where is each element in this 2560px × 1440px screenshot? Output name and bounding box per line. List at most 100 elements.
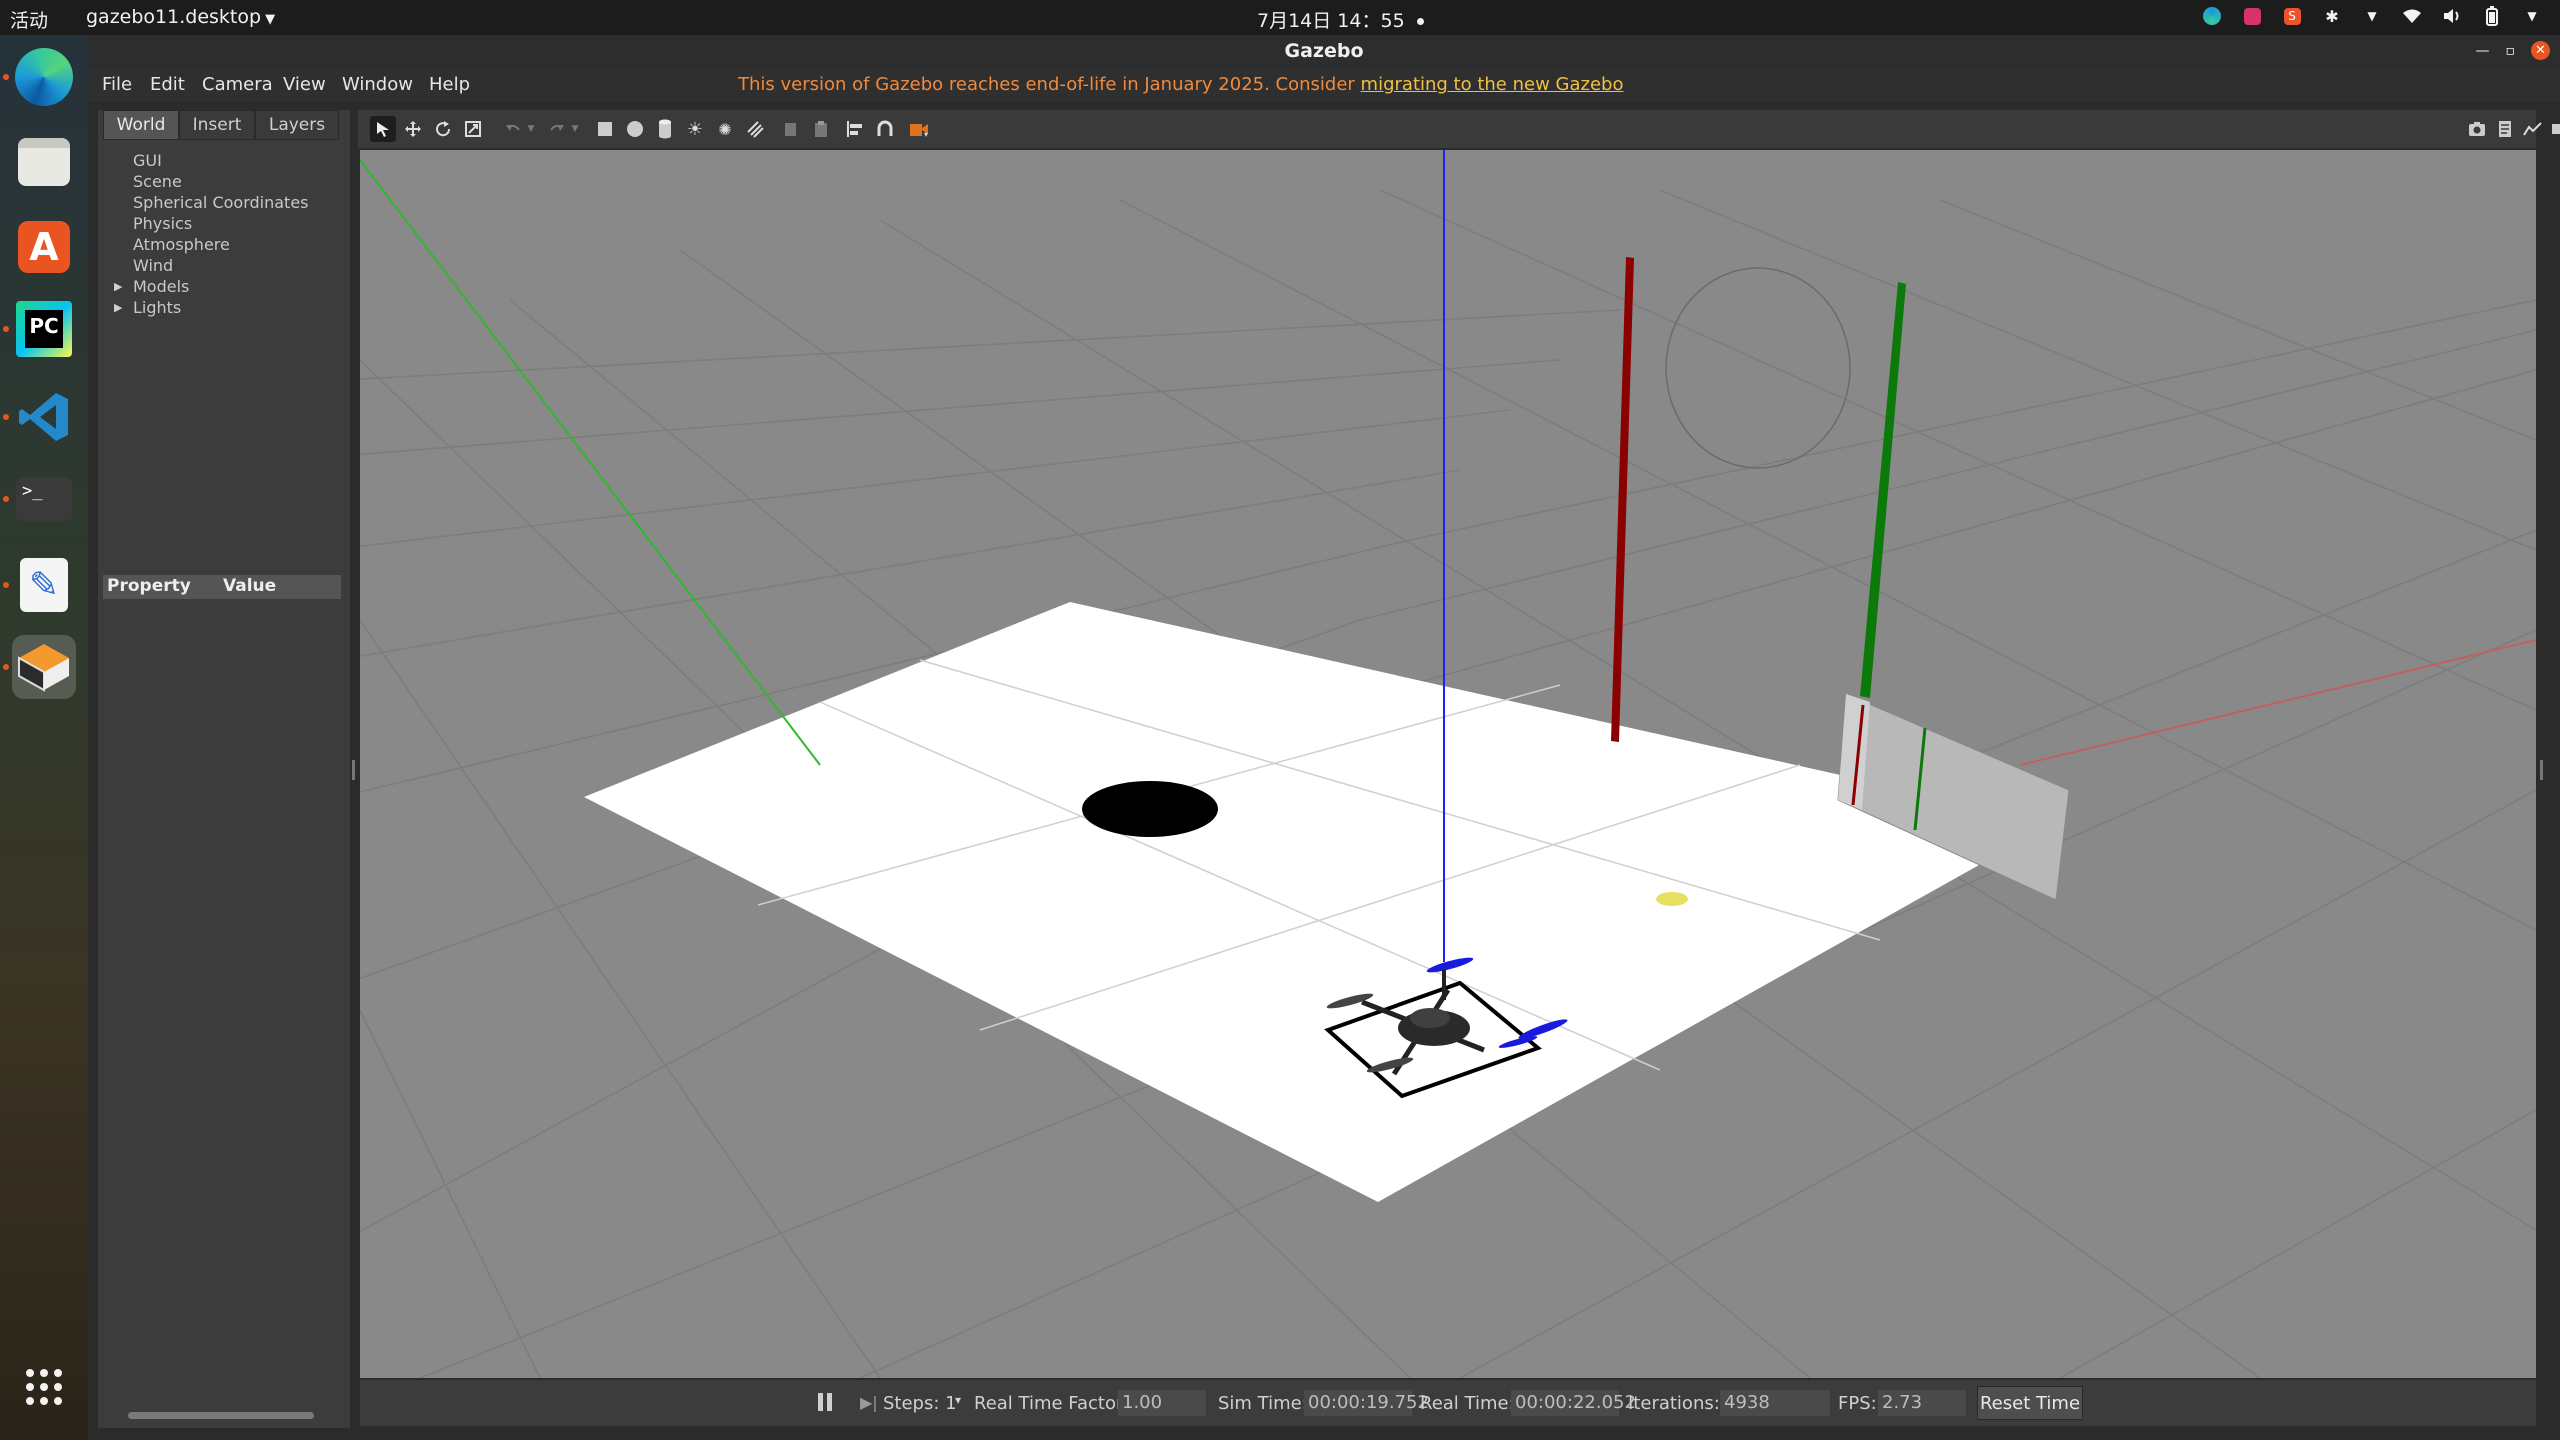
spot-light-icon[interactable]: ✺ [712,116,738,142]
maximize-icon[interactable]: ▫ [2506,43,2516,59]
tree-item-label: Scene [133,172,182,191]
running-indicator [3,414,9,420]
activities-button[interactable]: 活动 [10,6,48,33]
tree-item-lights[interactable]: ▶ Lights [108,297,309,318]
clock[interactable]: 7月14日 14：55 [1257,6,1424,33]
circle-outline [1665,267,1851,469]
log-data-icon[interactable] [2492,116,2518,142]
menu-view[interactable]: View [283,74,326,95]
dock-gazebo-button[interactable] [3,635,76,699]
migration-link[interactable]: migrating to the new Gazebo [1361,74,1624,95]
cylinder-shape-icon[interactable] [652,116,678,142]
snap-icon[interactable] [872,116,898,142]
gazebo-icon [18,644,69,692]
tree-item-atmosphere[interactable]: Atmosphere [108,234,309,255]
green-pole-model[interactable] [1860,282,1906,698]
scale-mode-icon[interactable] [460,116,486,142]
red-pole-model[interactable] [1611,257,1634,742]
y-axis-line [360,159,821,766]
yellow-marker-model[interactable] [1656,892,1688,906]
world-tree: GUI Scene Spherical Coordinates Physics … [108,150,309,318]
step-icon[interactable]: ▶| [860,1393,878,1412]
rtf-label: Real Time Factor: [974,1393,1130,1414]
accessibility-icon[interactable]: ✱ [2322,6,2342,26]
translate-mode-icon[interactable] [400,116,426,142]
change-view-icon[interactable]: ▾ [906,116,932,142]
menu-window[interactable]: Window [342,74,413,95]
tab-insert[interactable]: Insert [179,110,255,140]
menu-camera[interactable]: Camera [202,74,273,95]
dock-vscode-button[interactable] [3,385,76,449]
volume-icon[interactable] [2442,6,2462,26]
pycharm-icon: PC [16,301,72,357]
tree-item-gui[interactable]: GUI [108,150,309,171]
dock-terminal-button[interactable]: >_ [3,467,76,531]
tree-item-scene[interactable]: Scene [108,171,309,192]
sphere-shape-icon[interactable] [622,116,648,142]
align-icon[interactable] [842,116,868,142]
horizontal-scrollbar[interactable] [128,1412,314,1419]
running-indicator [3,326,9,332]
copy-icon[interactable] [778,116,804,142]
close-icon[interactable]: ✕ [2531,41,2550,60]
tree-item-label: Atmosphere [133,235,230,254]
3d-viewport[interactable]: S 中 •, 拼 ⚙ [360,150,2536,1378]
tree-item-wind[interactable]: Wind [108,255,309,276]
tab-layers[interactable]: Layers [255,110,339,140]
box-shape-icon[interactable] [592,116,618,142]
sim-time-value: 00:00:19.752 [1304,1390,1429,1416]
battery-icon[interactable] [2482,6,2502,26]
select-mode-icon[interactable] [370,116,396,142]
directional-light-icon[interactable] [742,116,768,142]
menu-edit[interactable]: Edit [150,74,185,95]
tree-item-label: Spherical Coordinates [133,193,309,212]
dock-files-button[interactable] [12,130,76,194]
tree-item-models[interactable]: ▶ Models [108,276,309,297]
record-video-icon[interactable] [2548,116,2560,142]
power-menu-icon[interactable]: ▼ [2522,6,2542,26]
sogou-icon[interactable]: S [2282,6,2302,26]
eol-notice: This version of Gazebo reaches end-of-li… [738,74,1623,95]
tree-item-label: Models [133,277,190,296]
tab-world[interactable]: World [103,110,179,140]
chevron-down-icon[interactable]: ▼ [2362,6,2382,26]
plot-icon[interactable] [2520,116,2546,142]
reset-time-button[interactable]: Reset Time [1977,1386,2083,1420]
menu-help[interactable]: Help [429,74,470,95]
dock-edge-button[interactable] [3,45,76,109]
screenshot-icon[interactable] [2464,116,2490,142]
ground-plane[interactable] [584,602,2054,1202]
tree-item-physics[interactable]: Physics [108,213,309,234]
undo-icon[interactable] [500,116,526,142]
expand-arrow-icon[interactable]: ▶ [114,276,122,297]
iterations-value: 4938 [1720,1390,1830,1416]
show-applications-button[interactable] [12,1355,76,1419]
right-panel-splitter-handle[interactable] [2540,760,2543,780]
steps-dropdown-icon[interactable]: ▾ [955,1393,961,1407]
dock-text-editor-button[interactable]: ✎ [3,553,76,617]
scene-render [360,150,2536,1378]
minimize-icon[interactable]: — [2476,43,2490,59]
menu-file[interactable]: File [102,74,132,95]
tree-item-spherical-coordinates[interactable]: Spherical Coordinates [108,192,309,213]
real-time-value: 00:00:22.052 [1511,1390,1636,1416]
app-menu[interactable]: gazebo11.desktop ▼ [86,6,275,28]
panel-splitter-handle[interactable] [352,760,355,780]
edge-icon[interactable] [2202,6,2222,26]
eol-notice-text: This version of Gazebo reaches end-of-li… [738,74,1361,95]
undo-history-icon[interactable]: ▼ [524,116,538,142]
system-tray: S ✱ ▼ ▼ [2202,6,2542,26]
point-light-icon[interactable]: ☀ [682,116,708,142]
dock-software-button[interactable]: A [12,215,76,279]
rotate-mode-icon[interactable] [430,116,456,142]
redo-icon[interactable] [544,116,570,142]
redo-history-icon[interactable]: ▼ [568,116,582,142]
terminal-icon: >_ [16,477,72,521]
notification-icon[interactable] [2242,6,2262,26]
paste-icon[interactable] [808,116,834,142]
dock-pycharm-button[interactable]: PC [3,297,76,361]
pause-icon[interactable] [818,1393,832,1411]
black-disc-model[interactable] [1082,781,1218,837]
wifi-icon[interactable] [2402,6,2422,26]
expand-arrow-icon[interactable]: ▶ [114,297,122,318]
